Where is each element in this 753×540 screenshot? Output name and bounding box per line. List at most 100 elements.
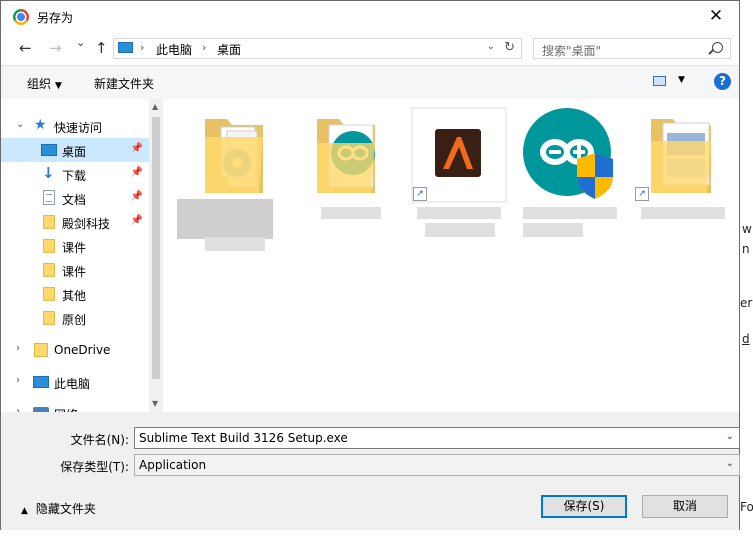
scrollbar-thumb[interactable]	[152, 117, 160, 379]
up-button[interactable]: ↑	[95, 39, 108, 57]
breadcrumb-desktop[interactable]: 桌面	[217, 41, 241, 58]
file-item[interactable]	[521, 107, 617, 237]
close-button[interactable]: ✕	[693, 1, 739, 32]
chevron-down-icon[interactable]: ⌄	[726, 431, 734, 442]
chevron-right-icon[interactable]: ›	[16, 343, 20, 354]
address-dropdown-button[interactable]: ⌄	[487, 41, 495, 52]
new-folder-button[interactable]: 新建文件夹	[94, 75, 154, 92]
arduino-installer-icon	[523, 108, 613, 199]
download-icon: ↓	[42, 164, 55, 182]
sidebar-item-quick-access[interactable]: ⌄ ★ 快速访问	[1, 114, 149, 138]
blurred-filename	[177, 199, 273, 239]
file-item[interactable]	[303, 107, 399, 219]
shortcut-arrow-icon: ↗	[635, 187, 649, 201]
filename-input[interactable]: Sublime Text Build 3126 Setup.exe ⌄	[134, 427, 740, 449]
search-input[interactable]: 搜索"桌面"	[533, 38, 731, 59]
pin-icon: 📌	[130, 191, 143, 202]
images-folder-icon	[651, 119, 711, 193]
organize-menu[interactable]: 组织 ▼	[27, 75, 62, 92]
sidebar-item-kejian[interactable]: 课件	[1, 258, 149, 282]
search-icon[interactable]	[712, 42, 723, 53]
sidebar-item-this-pc[interactable]: › 此电脑	[1, 370, 149, 394]
pin-icon: 📌	[130, 167, 143, 178]
file-item[interactable]	[175, 107, 273, 251]
chevron-right-icon[interactable]: ›	[16, 375, 20, 386]
background-text: Fo	[740, 500, 753, 514]
file-item[interactable]: ↗	[635, 107, 731, 219]
sidebar-item-dianjian[interactable]: 殿剑科技 📌	[1, 210, 149, 234]
background-window-edge: w n er d Fo	[740, 0, 753, 540]
sidebar-item-label: 桌面	[62, 145, 87, 159]
refresh-button[interactable]: ↻	[504, 40, 515, 55]
recent-locations-button[interactable]: ⌄	[76, 36, 85, 49]
filename-label: 文件名(N):	[70, 433, 129, 447]
sidebar-item-label: 文档	[62, 193, 87, 207]
cancel-button[interactable]: 取消	[642, 495, 728, 518]
blurred-filename	[425, 223, 495, 237]
save-button[interactable]: 保存(S)	[541, 495, 627, 518]
filetype-label: 保存类型(T):	[60, 460, 129, 474]
file-item[interactable]: ↗	[411, 107, 507, 237]
sidebar-item-kejian[interactable]: 课件	[1, 234, 149, 258]
folder-icon	[43, 311, 55, 325]
chevron-down-icon[interactable]: ⌄	[16, 119, 24, 130]
folder-icon	[43, 287, 55, 301]
sidebar-item-other[interactable]: 其他	[1, 282, 149, 306]
filetype-value[interactable]: Application	[139, 458, 206, 472]
hide-folders-label: 隐藏文件夹	[35, 502, 96, 516]
folder-icon	[43, 215, 55, 229]
file-list: ↗ ↗	[163, 99, 739, 412]
sidebar-item-onedrive[interactable]: › OneDrive	[1, 338, 149, 362]
background-text: n	[742, 242, 750, 256]
save-as-dialog: 另存为 ✕ ← → ⌄ ↑ › 此电脑 › 桌面 ⌄ ↻ 搜索"桌面" 组织 ▼ …	[0, 0, 740, 530]
back-button[interactable]: ←	[19, 39, 32, 57]
sidebar-item-label: 殿剑科技	[62, 217, 111, 231]
background-text: d	[742, 332, 750, 346]
folder-icon	[43, 239, 55, 253]
scroll-up-icon[interactable]: ▲	[152, 102, 158, 111]
desktop-icon	[41, 144, 57, 156]
save-options-panel: 文件名(N): Sublime Text Build 3126 Setup.ex…	[1, 412, 740, 530]
chrome-icon	[13, 9, 29, 25]
sidebar-item-label: 原创	[62, 313, 87, 327]
scroll-down-icon[interactable]: ▼	[152, 399, 158, 408]
breadcrumb-separator[interactable]: ›	[140, 41, 144, 54]
search-placeholder: 搜索"桌面"	[542, 44, 602, 58]
navigation-scrollbar[interactable]: ▲ ▼	[149, 99, 163, 412]
sidebar-item-label: 下载	[62, 169, 87, 183]
sidebar-item-desktop[interactable]: 桌面 📌	[1, 138, 149, 162]
sidebar-item-downloads[interactable]: ↓ 下载 📌	[1, 162, 149, 186]
star-icon: ★	[34, 117, 47, 133]
filename-value[interactable]: Sublime Text Build 3126 Setup.exe	[139, 431, 348, 445]
sidebar-item-label: 其他	[62, 289, 87, 303]
blurred-filename	[417, 207, 501, 219]
view-options-caret-icon[interactable]: ▼	[678, 75, 685, 85]
organize-label: 组织	[27, 77, 52, 91]
onedrive-folder-icon	[34, 343, 48, 357]
blurred-filename	[523, 207, 617, 219]
help-icon[interactable]: ?	[714, 73, 731, 90]
background-text: w	[742, 222, 752, 236]
view-mode-icon[interactable]	[653, 76, 666, 86]
media-folder-icon	[205, 119, 263, 193]
sidebar-item-network[interactable]: › 网络	[1, 401, 149, 412]
blurred-filename	[205, 237, 265, 251]
sidebar-item-documents[interactable]: 文档 📌	[1, 186, 149, 210]
forward-button[interactable]: →	[49, 39, 62, 57]
shortcut-arrow-icon: ↗	[413, 187, 427, 201]
pin-icon: 📌	[130, 143, 143, 154]
hide-folders-toggle[interactable]: ▲ 隐藏文件夹	[21, 500, 96, 517]
sidebar-item-label: 快速访问	[54, 121, 103, 135]
address-bar[interactable]: › 此电脑 › 桌面 ⌄ ↻	[113, 38, 522, 59]
folder-icon	[43, 263, 55, 277]
sidebar-item-original[interactable]: 原创	[1, 306, 149, 330]
breadcrumb-separator[interactable]: ›	[202, 41, 206, 54]
sidebar-item-label: 课件	[62, 265, 87, 279]
breadcrumb-this-pc[interactable]: 此电脑	[156, 41, 192, 58]
window-title: 另存为	[37, 11, 74, 25]
background-text: er	[740, 296, 753, 310]
filetype-select[interactable]: Application ⌄	[134, 454, 740, 476]
chevron-down-icon[interactable]: ⌄	[726, 458, 734, 469]
this-pc-icon	[118, 42, 133, 53]
command-toolbar: 组织 ▼ 新建文件夹 ▼ ?	[1, 65, 739, 100]
